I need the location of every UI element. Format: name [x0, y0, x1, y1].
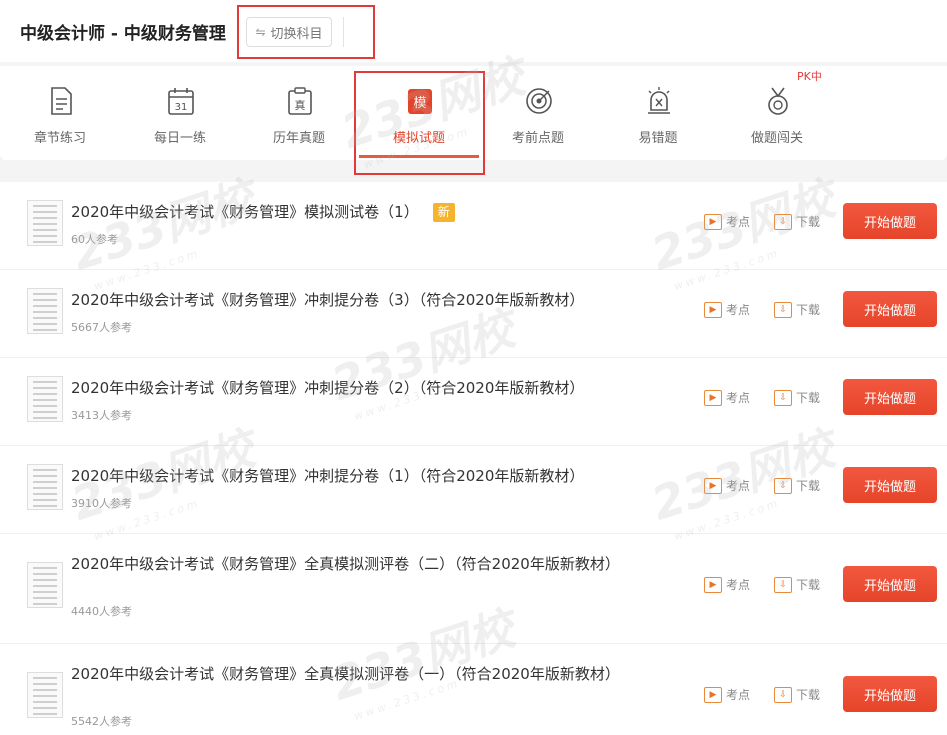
exam-list: 2020年中级会计考试《财务管理》模拟测试卷（1）新 60人参考 ▶ 考点 ⇩ 下载… — [0, 182, 947, 735]
play-icon: ▶ — [704, 213, 722, 230]
clipboard-icon: 真 — [288, 87, 312, 115]
download-link[interactable]: ⇩ 下载 — [774, 301, 820, 318]
start-practice-button[interactable]: 开始做题 — [843, 467, 937, 503]
exam-title[interactable]: 2020年中级会计考试《财务管理》全真模拟测评卷（二）（符合2020年版新教材） — [71, 554, 636, 575]
highlight-box-tab — [354, 71, 485, 175]
list-item: 2020年中级会计考试《财务管理》冲刺提分卷（2）（符合2020年版新教材） 3… — [0, 358, 947, 446]
participant-count: 3413人参考 — [71, 409, 132, 422]
download-link[interactable]: ⇩ 下载 — [774, 576, 820, 593]
exam-title[interactable]: 2020年中级会计考试《财务管理》冲刺提分卷（1）（符合2020年版新教材） — [71, 466, 636, 487]
list-item: 2020年中级会计考试《财务管理》冲刺提分卷（3）（符合2020年版新教材） 5… — [0, 270, 947, 358]
page-title: 中级会计师 - 中级财务管理 — [20, 24, 226, 44]
download-icon: ⇩ — [774, 301, 792, 318]
exam-title[interactable]: 2020年中级会计考试《财务管理》冲刺提分卷（3）（符合2020年版新教材） — [71, 290, 636, 311]
exam-title[interactable]: 2020年中级会计考试《财务管理》模拟测试卷（1）新 — [71, 202, 636, 223]
pk-badge: PK中 — [794, 68, 825, 84]
download-icon: ⇩ — [774, 576, 792, 593]
svg-text:真: 真 — [295, 98, 306, 112]
kaodian-link[interactable]: ▶ 考点 — [704, 213, 750, 230]
start-practice-button[interactable]: 开始做题 — [843, 203, 937, 239]
tab-label: 考前点题 — [511, 131, 564, 146]
list-item: 2020年中级会计考试《财务管理》冲刺提分卷（1）（符合2020年版新教材） 3… — [0, 446, 947, 534]
paper-thumbnail — [27, 672, 63, 718]
svg-text:31: 31 — [175, 102, 188, 113]
target-icon — [526, 88, 552, 114]
kaodian-link[interactable]: ▶ 考点 — [704, 686, 750, 703]
document-icon — [51, 87, 72, 115]
kaodian-link[interactable]: ▶ 考点 — [704, 477, 750, 494]
paper-thumbnail — [27, 562, 63, 608]
highlight-box-switch — [237, 5, 375, 59]
paper-thumbnail — [27, 376, 63, 422]
paper-thumbnail — [27, 200, 63, 246]
paper-thumbnail — [27, 464, 63, 510]
participant-count: 3910人参考 — [71, 497, 132, 510]
download-icon: ⇩ — [774, 213, 792, 230]
alarm-icon — [648, 87, 670, 114]
start-practice-button[interactable]: 开始做题 — [843, 379, 937, 415]
list-item: 2020年中级会计考试《财务管理》模拟测试卷（1）新 60人参考 ▶ 考点 ⇩ 下载… — [0, 182, 947, 270]
play-icon: ▶ — [704, 686, 722, 703]
tab-label: 章节练习 — [33, 131, 86, 146]
new-badge: 新 — [432, 203, 455, 222]
download-icon: ⇩ — [774, 477, 792, 494]
page-header: 中级会计师 - 中级财务管理 ⇋ 切换科目 — [0, 0, 947, 62]
download-icon: ⇩ — [774, 686, 792, 703]
download-link[interactable]: ⇩ 下载 — [774, 477, 820, 494]
play-icon: ▶ — [704, 389, 722, 406]
tab-error-prone[interactable]: 易错题 — [603, 66, 713, 160]
tab-pre-exam-tips[interactable]: 考前点题 — [483, 66, 593, 160]
tab-chapter-practice[interactable]: 章节练习 — [5, 66, 115, 160]
exam-title[interactable]: 2020年中级会计考试《财务管理》全真模拟测评卷（一）（符合2020年版新教材） — [71, 664, 636, 685]
play-icon: ▶ — [704, 477, 722, 494]
calendar-icon: 31 — [168, 88, 194, 115]
download-icon: ⇩ — [774, 389, 792, 406]
start-practice-button[interactable]: 开始做题 — [843, 676, 937, 712]
kaodian-link[interactable]: ▶ 考点 — [704, 301, 750, 318]
download-link[interactable]: ⇩ 下载 — [774, 213, 820, 230]
kaodian-link[interactable]: ▶ 考点 — [704, 576, 750, 593]
tab-label: 易错题 — [638, 131, 678, 146]
tab-past-exams[interactable]: 真 历年真题 — [244, 66, 354, 160]
participant-count: 5667人参考 — [71, 321, 132, 334]
tab-label: 每日一练 — [153, 131, 206, 146]
start-practice-button[interactable]: 开始做题 — [843, 291, 937, 327]
download-link[interactable]: ⇩ 下载 — [774, 686, 820, 703]
tab-label: 历年真题 — [272, 131, 325, 146]
participant-count: 4440人参考 — [71, 605, 132, 618]
participant-count: 5542人参考 — [71, 715, 132, 728]
play-icon: ▶ — [704, 301, 722, 318]
list-item: 2020年中级会计考试《财务管理》全真模拟测评卷（二）（符合2020年版新教材）… — [0, 534, 947, 644]
participant-count: 60人参考 — [71, 233, 118, 246]
paper-thumbnail — [27, 288, 63, 334]
kaodian-link[interactable]: ▶ 考点 — [704, 389, 750, 406]
tab-daily-practice[interactable]: 31 每日一练 — [125, 66, 235, 160]
tab-label: 做题闯关 — [750, 131, 803, 146]
play-icon: ▶ — [704, 576, 722, 593]
list-item: 2020年中级会计考试《财务管理》全真模拟测评卷（一）（符合2020年版新教材）… — [0, 644, 947, 735]
exam-title[interactable]: 2020年中级会计考试《财务管理》冲刺提分卷（2）（符合2020年版新教材） — [71, 378, 636, 399]
medal-icon — [768, 87, 788, 115]
download-link[interactable]: ⇩ 下载 — [774, 389, 820, 406]
start-practice-button[interactable]: 开始做题 — [843, 566, 937, 602]
